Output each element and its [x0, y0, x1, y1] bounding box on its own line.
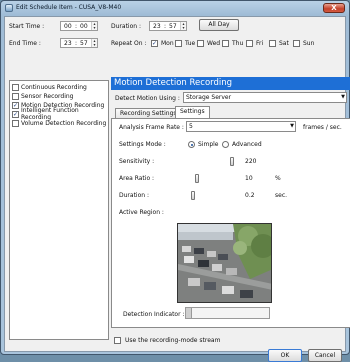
repeat-day-thu-checkbox[interactable] [222, 40, 229, 47]
duration-setting-value: 0.2 [245, 192, 255, 199]
end-time-field[interactable]: 23 : 57 ▴ ▾ [60, 38, 98, 48]
repeat-day-label: Thu [232, 40, 244, 47]
title-bar[interactable]: Edit Schedule Item - CUSA_V8-M40 X [1, 1, 349, 15]
spin-arrows-icon[interactable]: ▴ ▾ [180, 22, 186, 30]
repeat-day-label: Sat [279, 40, 289, 47]
list-item[interactable]: Continuous Recording [12, 83, 87, 91]
duration-label: Duration : [111, 23, 141, 30]
chevron-down-icon: ▼ [290, 123, 294, 129]
recording-type-label: Volume Detection Recording [21, 119, 107, 127]
spin-arrows-icon[interactable]: ▴ ▾ [91, 39, 97, 47]
time-separator: : [164, 23, 167, 30]
parking-lot-camera-icon [178, 224, 271, 302]
window-icon [5, 4, 13, 12]
repeat-day-sun-checkbox[interactable] [293, 40, 300, 47]
area-ratio-unit: % [275, 175, 281, 182]
recording-type-checkbox[interactable] [12, 92, 19, 100]
repeat-on-label: Repeat On : [111, 40, 147, 47]
duration-setting-unit: sec. [275, 192, 288, 199]
sensitivity-value: 220 [245, 158, 257, 165]
dialog-window: Edit Schedule Item - CUSA_V8-M40 X Start… [0, 0, 350, 362]
advanced-radio[interactable] [222, 141, 229, 148]
area-ratio-slider-thumb[interactable] [195, 174, 199, 183]
detect-using-label: Detect Motion Using : [115, 95, 180, 102]
repeat-day-tue-checkbox[interactable] [175, 40, 182, 47]
indicator-segment [186, 308, 192, 318]
active-region-label: Active Region : [119, 209, 164, 216]
repeat-day-label: Sun [303, 40, 315, 47]
duration-hour: 23 [153, 23, 161, 30]
recording-mode-stream-label: Use the recording-mode stream [125, 337, 221, 344]
recording-type-label: Continuous Recording [21, 83, 87, 91]
detect-using-value: Storage Server [186, 94, 232, 101]
frame-rate-unit: frames / sec. [303, 124, 342, 131]
repeat-day-sat-checkbox[interactable] [269, 40, 276, 47]
end-hour: 23 [64, 40, 72, 47]
simple-radio[interactable] [188, 141, 195, 148]
sensitivity-slider-thumb[interactable] [230, 157, 234, 166]
recording-type-label: Sensor Recording [21, 92, 74, 100]
dialog-client: Start Time : 00 : 00 ▴ ▾ Duration : 23 : … [4, 16, 350, 362]
recording-mode-stream-checkbox[interactable] [114, 337, 121, 344]
duration-setting-label: Duration : [119, 192, 149, 199]
repeat-day-label: Fri [256, 40, 264, 47]
recording-type-checkbox[interactable]: ✓ [12, 101, 19, 109]
list-item[interactable]: Volume Detection Recording [12, 119, 106, 127]
time-separator: : [75, 40, 78, 47]
panel-title: Motion Detection Recording [111, 77, 350, 90]
start-time-field[interactable]: 00 : 00 ▴ ▾ [60, 21, 98, 31]
spin-arrows-icon[interactable]: ▴ ▾ [91, 22, 97, 30]
tab-settings[interactable]: Settings [175, 106, 210, 118]
sensitivity-label: Sensitivity : [119, 158, 155, 165]
duration-slider-track [190, 196, 240, 197]
area-ratio-value: 10 [245, 175, 253, 182]
list-item[interactable]: Sensor Recording [12, 92, 73, 100]
time-separator: : [75, 23, 78, 30]
area-ratio-label: Area Ratio : [119, 175, 155, 182]
repeat-day-mon-checkbox[interactable]: ✓ [151, 40, 158, 47]
list-item[interactable]: ✓ Intelligent Function Recording [12, 107, 108, 121]
duration-minute: 57 [169, 23, 177, 30]
end-minute: 57 [80, 40, 88, 47]
recording-type-checkbox[interactable] [12, 119, 19, 127]
simple-radio-label: Simple [198, 141, 219, 148]
recording-type-list[interactable]: Continuous Recording Sensor Recording ✓ Mot… [9, 80, 109, 340]
camera-preview-image[interactable] [177, 223, 272, 303]
settings-mode-label: Settings Mode : [119, 141, 166, 148]
advanced-radio-label: Advanced [232, 141, 262, 148]
repeat-day-wed-checkbox[interactable] [197, 40, 204, 47]
repeat-day-label: Wed [207, 40, 221, 47]
all-day-button[interactable]: All Day [199, 19, 239, 31]
duration-field[interactable]: 23 : 57 ▴ ▾ [149, 21, 187, 31]
repeat-day-fri-checkbox[interactable] [246, 40, 253, 47]
chevron-down-icon: ▼ [341, 94, 345, 100]
start-hour: 00 [64, 23, 72, 30]
cancel-button[interactable]: Cancel [308, 349, 342, 362]
detect-using-select[interactable]: Storage Server ▼ [183, 92, 347, 103]
repeat-day-label: Tue [185, 40, 196, 47]
close-button[interactable]: X [323, 3, 345, 13]
repeat-day-label: Mon [161, 40, 174, 47]
duration-slider-thumb[interactable] [191, 191, 195, 200]
analysis-frame-rate-select[interactable]: 5 ▼ [186, 121, 296, 132]
analysis-frame-rate-label: Analysis Frame Rate : [119, 124, 184, 131]
ok-button[interactable]: OK [268, 349, 302, 362]
recording-type-checkbox[interactable]: ✓ [12, 110, 19, 118]
window-title: Edit Schedule Item - CUSA_V8-M40 [16, 4, 122, 11]
start-time-label: Start Time : [9, 23, 45, 30]
recording-type-checkbox[interactable] [12, 83, 19, 91]
detection-indicator-label: Detection Indicator : [123, 311, 185, 318]
end-time-label: End Time : [9, 40, 41, 47]
analysis-frame-rate-value: 5 [189, 123, 193, 130]
start-minute: 00 [80, 23, 88, 30]
detection-indicator-bar [185, 307, 270, 319]
